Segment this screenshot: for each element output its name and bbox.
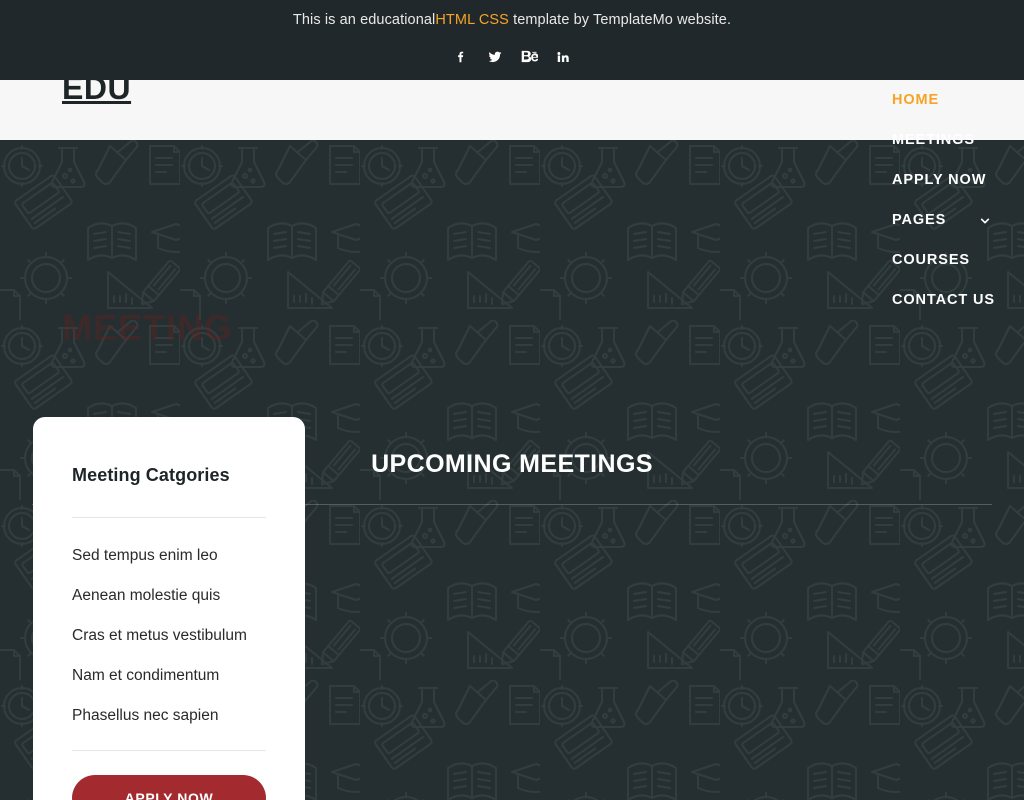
category-link-3[interactable]: Cras et metus vestibulum [72,624,266,648]
nav-link-courses[interactable]: COURSES [892,250,1004,270]
twitter-link[interactable] [487,51,503,67]
nav-item-contact-us[interactable]: CONTACT US [892,280,1024,320]
card-title: Meeting Catgories [72,465,230,485]
facebook-icon [454,50,468,69]
social-item-twitter [487,51,503,69]
category-link-1[interactable]: Sed tempus enim leo [72,544,266,568]
announcement-text: This is an educationalHTML CSS template … [0,12,1024,28]
category-link-5[interactable]: Phasellus nec sapien [72,704,266,728]
top-announcement-bar: This is an educationalHTML CSS template … [0,0,1024,80]
apply-now-button[interactable]: Apply Now [72,774,266,800]
meeting-categories-card: Meeting Catgories Sed tempus enim leo Ae… [33,417,305,800]
nav-link-meetings[interactable]: MEETINGS [892,130,1004,150]
nav-link-home[interactable]: HOME [892,90,1004,110]
linkedin-icon [556,50,570,69]
nav-item-pages[interactable]: PAGES [892,200,1024,240]
nav-item-meetings[interactable]: MEETINGS [892,120,1024,160]
announcement-tail: template by TemplateMo website. [508,12,732,28]
chevron-down-icon[interactable] [980,213,990,224]
nav-link-apply-now[interactable]: APPLY NOW [892,170,1004,190]
list-item[interactable]: Nam et condimentum [72,664,266,688]
category-link-4[interactable]: Nam et condimentum [72,664,266,688]
behance-link[interactable] [521,47,538,69]
main-navigation: HOME MEETINGS APPLY NOW PAGES COURSES CO… [892,80,1024,320]
facebook-link[interactable] [453,51,469,67]
category-list: Sed tempus enim leo Aenean molestie quis… [72,544,266,728]
social-links [0,50,1024,69]
social-item-facebook [453,51,469,69]
card-bottom-divider [72,749,266,751]
nav-item-courses[interactable]: COURSES [892,240,1024,280]
linkedin-link[interactable] [555,51,571,67]
list-item[interactable]: Aenean molestie quis [72,584,266,608]
announcement-lead: This is an educational [292,12,436,28]
nav-item-home[interactable]: HOME [892,80,1024,120]
social-item-behance [521,47,538,69]
behance-icon [521,47,538,69]
list-item[interactable]: Phasellus nec sapien [72,704,266,728]
social-item-linkedin [555,51,571,69]
banner-watermark-text: MEETING [62,307,234,348]
html-css-link[interactable]: HTML CSS [435,12,509,28]
card-title-divider [72,516,266,518]
nav-item-apply-now[interactable]: APPLY NOW [892,160,1024,200]
list-item[interactable]: Sed tempus enim leo [72,544,266,568]
site-header: EDU [0,72,1024,140]
list-item[interactable]: Cras et metus vestibulum [72,624,266,648]
nav-link-contact-us[interactable]: CONTACT US [892,290,1004,310]
twitter-icon [488,50,502,69]
category-link-2[interactable]: Aenean molestie quis [72,584,266,608]
